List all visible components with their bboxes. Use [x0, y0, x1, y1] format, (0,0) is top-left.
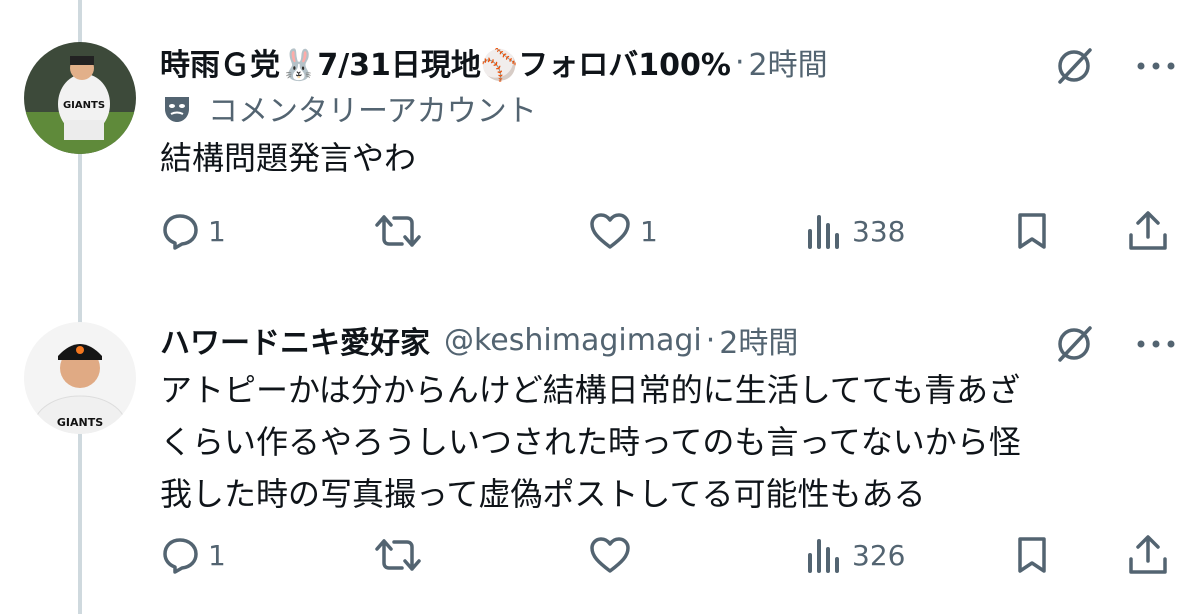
like-button[interactable] — [588, 535, 640, 575]
separator-dot: · — [705, 322, 716, 358]
bookmark-icon — [1018, 213, 1046, 249]
share-icon — [1129, 211, 1167, 250]
separator-dot: · — [734, 44, 745, 80]
retweet-button[interactable] — [374, 211, 430, 251]
views-button[interactable]: 326 — [804, 535, 905, 575]
like-icon — [590, 537, 630, 573]
share-button[interactable] — [1126, 209, 1170, 253]
user-handle[interactable]: @keshimagimagi — [444, 323, 702, 358]
retweet-icon — [375, 539, 421, 571]
views-count: 338 — [852, 214, 906, 248]
views-count: 326 — [852, 538, 906, 572]
bookmark-icon — [1018, 537, 1046, 573]
reply-button[interactable]: 1 — [160, 535, 226, 575]
reply-button[interactable]: 1 — [160, 211, 226, 251]
mask-icon — [160, 91, 208, 125]
svg-text:GIANTS: GIANTS — [63, 100, 105, 111]
grok-icon[interactable] — [1052, 44, 1096, 88]
tweet-text-line: くらい作るやろうしいつされた時ってのも言ってないから怪 — [160, 423, 1021, 461]
tweet-text-line: 我した時の写真撮って虚偽ポストしてる可能性もある — [160, 475, 926, 513]
commentary-label: コメンタリーアカウント — [208, 94, 537, 129]
tweet-2[interactable]: GIANTS ハワードニキ愛好家 @keshimagimagi · 2時間 アト… — [0, 300, 1200, 614]
reply-count: 1 — [208, 538, 226, 572]
timestamp[interactable]: 2時間 — [749, 40, 828, 84]
timestamp[interactable]: 2時間 — [719, 318, 798, 362]
share-button[interactable] — [1126, 533, 1170, 577]
share-icon — [1129, 535, 1167, 574]
more-icon[interactable] — [1136, 60, 1176, 72]
reply-count: 1 — [208, 214, 226, 248]
avatar[interactable]: GIANTS — [24, 322, 136, 434]
tweet-text-line: 結構問題発言やわ — [160, 139, 417, 177]
like-icon — [590, 213, 630, 249]
like-count: 1 — [640, 214, 658, 248]
more-icon[interactable] — [1136, 338, 1176, 350]
bookmark-button[interactable] — [1012, 535, 1052, 575]
avatar[interactable]: GIANTS — [24, 42, 136, 154]
grok-icon[interactable] — [1052, 322, 1096, 366]
display-name[interactable]: ハワードニキ愛好家 — [160, 318, 430, 362]
tweet-1[interactable]: GIANTS 時雨Ｇ党🐰7/31日現地⚾️フォロバ100% · 2時間 コメンタ… — [0, 0, 1200, 300]
svg-text:GIANTS: GIANTS — [57, 416, 103, 429]
retweet-button[interactable] — [374, 535, 430, 575]
display-name[interactable]: 時雨Ｇ党🐰7/31日現地⚾️フォロバ100% — [160, 40, 731, 84]
views-icon — [808, 215, 839, 249]
views-button[interactable]: 338 — [804, 211, 905, 251]
tweet-text: 結構問題発言やわ — [160, 132, 1176, 184]
tweet-text: アトピーかは分からんけど結構日常的に生活してても青あざ くらい作るやろうしいつさ… — [160, 364, 1176, 520]
views-icon — [808, 539, 839, 573]
like-button[interactable]: 1 — [588, 211, 658, 251]
bookmark-button[interactable] — [1012, 211, 1052, 251]
tweet-text-line: アトピーかは分からんけど結構日常的に生活してても青あざ — [160, 371, 1021, 409]
retweet-icon — [375, 215, 421, 247]
reply-icon — [163, 214, 198, 250]
reply-icon — [163, 538, 198, 574]
